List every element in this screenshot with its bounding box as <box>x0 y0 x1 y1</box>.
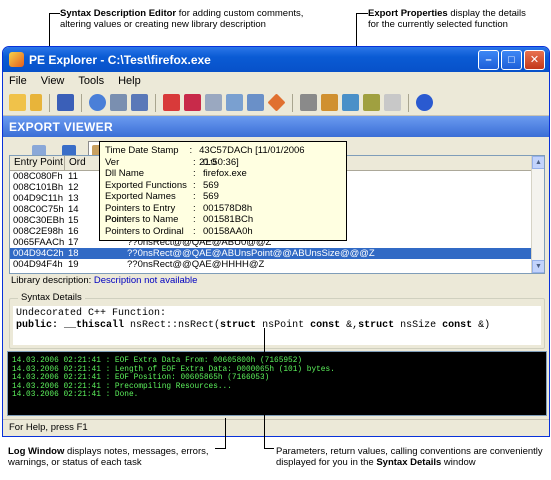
menu-view[interactable]: View <box>41 75 65 87</box>
help-icon[interactable] <box>416 94 433 111</box>
cell-entry: 008C30EBh <box>13 215 65 226</box>
log-window[interactable]: 14.03.2006 02:21:41 : EOF Extra Data Fro… <box>7 351 547 416</box>
cell-entry: 008C101Bh <box>13 182 64 193</box>
log-line: 14.03.2006 02:21:41 : Precompiling Resou… <box>12 382 232 391</box>
tools-icon[interactable] <box>300 94 317 111</box>
dependency-icon[interactable] <box>247 94 264 111</box>
rebuild-icon[interactable] <box>342 94 359 111</box>
window-title: PE Explorer - C:\Test\firefox.exe <box>29 52 211 67</box>
menu-file[interactable]: File <box>9 75 27 87</box>
directories-icon[interactable] <box>131 94 148 111</box>
cell-entry: 008C0C75h <box>13 204 64 215</box>
tooltip-row: Pointers to Ordinal:00158AA0h <box>105 225 253 237</box>
plugin-icon[interactable] <box>363 94 380 111</box>
menu-bar: File View Tools Help <box>3 72 549 90</box>
toolbar-separator <box>49 93 50 112</box>
callout-line <box>356 13 368 14</box>
tooltip-row: Dll Name: firefox.exe <box>105 168 247 179</box>
callout-export-properties: Export Properties display the details fo… <box>368 8 526 30</box>
callout-syntax-details: Parameters, return values, calling conve… <box>276 446 543 468</box>
toolbar-separator <box>408 93 409 112</box>
table-row-selected[interactable]: 004D94C2h 18 ??0nsRect@@QAE@ABUnsPoint@@AB… <box>10 248 544 259</box>
callout-log-window: Log Window displays notes, messages, err… <box>8 446 209 468</box>
compare-icon[interactable] <box>321 94 338 111</box>
open-icon[interactable] <box>9 94 26 111</box>
maximize-button[interactable]: □ <box>501 49 522 70</box>
cell-name: ??0nsRect@@QAE@HHHH@Z <box>127 259 265 270</box>
callout-line <box>225 418 226 448</box>
scroll-up-icon[interactable]: ▲ <box>532 156 544 169</box>
cell-entry: 008C2E98h <box>13 226 64 237</box>
syntax-details-legend: Syntax Details <box>18 292 85 303</box>
library-description-label: Library description: <box>11 275 92 286</box>
callout-line <box>264 328 265 448</box>
tooltip-row: Time Date Stamp:43C57DACh [11/01/2006 21… <box>105 145 305 168</box>
cell-entry: 004D9C11h <box>13 193 64 204</box>
toolbar-separator <box>292 93 293 112</box>
log-line: 14.03.2006 02:21:41 : Done. <box>12 391 139 400</box>
cell-entry: 004D94C2h <box>13 248 64 259</box>
disassembler-icon[interactable] <box>267 93 286 112</box>
cell-entry: 0065FAACh <box>13 237 65 248</box>
table-row[interactable]: 004D94F4h 19 ??0nsRect@@QAE@HHHH@Z <box>10 259 544 270</box>
minimize-button[interactable]: – <box>478 49 499 70</box>
close-button[interactable]: ✕ <box>524 49 545 70</box>
column-header-entry-point[interactable]: Entry Point <box>10 156 65 170</box>
pe-explorer-window: PE Explorer - C:\Test\firefox.exe – □ ✕ … <box>2 46 550 437</box>
main-toolbar <box>3 90 549 116</box>
options-icon[interactable] <box>384 94 401 111</box>
status-bar: For Help, press F1 <box>3 419 549 436</box>
resources-icon[interactable] <box>205 94 222 111</box>
log-line: 14.03.2006 02:21:41 : Length of EOF Extr… <box>12 365 335 374</box>
tooltip-row: Pointers to Name:001581BCh <box>105 214 254 225</box>
save-icon[interactable] <box>57 94 74 111</box>
debug-icon[interactable] <box>226 94 243 111</box>
folder-icon[interactable] <box>30 94 42 111</box>
section-title: EXPORT VIEWER <box>3 116 549 137</box>
headers-icon[interactable] <box>89 94 106 111</box>
toolbar-separator <box>155 93 156 112</box>
cell-ord: 19 <box>68 259 79 270</box>
syntax-details-text[interactable]: Undecorated C++ Function: public: __this… <box>13 306 541 345</box>
imports-icon[interactable] <box>163 94 180 111</box>
log-line: 14.03.2006 02:21:41 : EOF Extra Data Fro… <box>12 357 303 365</box>
export-properties-tooltip: Time Date Stamp:43C57DACh [11/01/2006 21… <box>99 141 347 241</box>
callout-line <box>49 13 60 14</box>
menu-tools[interactable]: Tools <box>78 75 104 87</box>
cell-ord: 18 <box>68 248 79 259</box>
library-description: Library description: Description not ava… <box>11 275 197 286</box>
syntax-signature: public: __thiscall nsRect::nsRect(struct… <box>16 320 491 331</box>
menu-help[interactable]: Help <box>118 75 141 87</box>
syntax-details-panel: Syntax Details Undecorated C++ Function:… <box>9 292 545 349</box>
title-bar[interactable]: PE Explorer - C:\Test\firefox.exe – □ ✕ <box>3 47 549 72</box>
sections-icon[interactable] <box>110 94 127 111</box>
scroll-down-icon[interactable]: ▼ <box>532 260 544 273</box>
tooltip-row: Exported Names:569 <box>105 191 219 202</box>
cell-entry: 004D94F4h <box>13 259 63 270</box>
library-description-value: Description not available <box>93 275 198 286</box>
log-line: 14.03.2006 02:21:41 : EOF Position: 0060… <box>12 374 270 383</box>
callout-syntax-editor: Syntax Description Editor for adding cus… <box>60 8 304 30</box>
table-scrollbar[interactable]: ▲ ▼ <box>531 156 544 273</box>
callout-line <box>264 448 274 449</box>
tooltip-row: Exported Functions:569 <box>105 179 219 191</box>
exports-icon[interactable] <box>184 94 201 111</box>
app-icon <box>9 52 24 67</box>
tooltip-row: Pointers to Entry Point:001578D8h <box>105 202 253 226</box>
syntax-line: Undecorated C++ Function: <box>16 308 167 319</box>
toolbar-separator <box>81 93 82 112</box>
cell-name: ??0nsRect@@QAE@ABUnsPoint@@ABUnsSize@@@Z <box>127 248 375 259</box>
cell-entry: 008C080Fh <box>13 171 63 182</box>
